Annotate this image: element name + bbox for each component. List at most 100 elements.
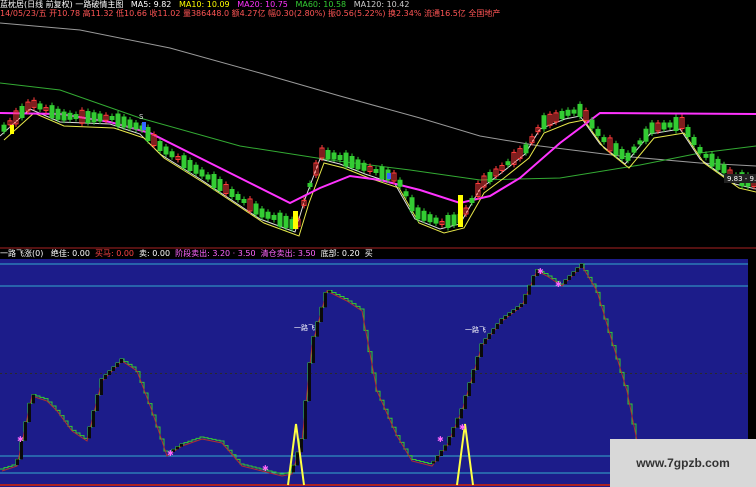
candle-body — [619, 149, 625, 159]
mid-grid-dot — [220, 373, 222, 374]
indicator-step-block — [120, 359, 123, 363]
candle-body — [397, 179, 403, 187]
mid-grid-dot — [745, 373, 747, 374]
candle-body — [325, 150, 331, 159]
ma120-label: MA120: 10.42 — [353, 0, 410, 9]
indicator-step-block — [112, 367, 115, 371]
indicator-step-block — [440, 450, 443, 456]
candle-body — [199, 169, 205, 177]
mid-grid-dot — [740, 373, 742, 374]
candle-body — [691, 137, 697, 145]
candle-body — [337, 155, 343, 160]
candle-body — [469, 198, 475, 203]
candle-body — [589, 119, 595, 129]
mid-grid-dot — [85, 373, 87, 374]
indicator-step-block — [328, 290, 331, 293]
candle-body — [667, 122, 673, 128]
candle-body — [157, 141, 163, 151]
candle-body — [649, 122, 655, 134]
indicator-step-block — [88, 427, 91, 439]
mid-grid-dot — [505, 373, 507, 374]
candle-body — [193, 164, 199, 174]
pink-star-marker: ✱ — [555, 280, 562, 289]
mid-grid-dot — [650, 373, 652, 374]
mid-grid-dot — [275, 373, 277, 374]
watermark: www.7gpzb.com — [610, 439, 756, 487]
mid-grid-dot — [510, 373, 512, 374]
candle-body — [271, 214, 277, 220]
mid-grid-dot — [410, 373, 412, 374]
mid-grid-dot — [570, 373, 572, 374]
mid-grid-dot — [190, 373, 192, 374]
mid-grid-dot — [40, 373, 42, 374]
candle-body — [613, 143, 619, 156]
candle-body — [1, 124, 7, 132]
indicator-step-block — [504, 316, 507, 319]
mid-grid-dot — [485, 373, 487, 374]
ma60-line — [0, 82, 756, 181]
mid-grid-dot — [320, 373, 322, 374]
mid-grid-dot — [200, 373, 202, 374]
indicator-step-block — [500, 319, 503, 324]
mid-grid-dot — [315, 373, 317, 374]
indicator-value-1: 买马: 0.00 — [94, 249, 135, 258]
price-chart[interactable]: S 9.83 - 9.7 — [0, 18, 756, 249]
indicator-step-block — [444, 445, 447, 451]
mid-grid-dot — [240, 373, 242, 374]
mid-grid-dot — [130, 373, 132, 374]
candle-body — [133, 122, 139, 130]
mid-grid-dot — [225, 373, 227, 374]
candle-body — [85, 111, 91, 124]
candle-body — [409, 197, 415, 212]
indicator-step-block — [24, 422, 27, 441]
mid-grid-dot — [255, 373, 257, 374]
candle-body — [577, 103, 583, 117]
indicator-value-5: 底部: 0.20 — [320, 249, 360, 258]
mid-grid-dot — [185, 373, 187, 374]
pink-star-marker: ✱ — [17, 435, 24, 444]
mid-grid-dot — [560, 373, 562, 374]
mid-grid-dot — [0, 373, 2, 374]
mid-grid-dot — [440, 373, 442, 374]
ma10-label: MA10: 10.09 — [178, 0, 230, 9]
indicator-step-block — [92, 411, 95, 427]
mid-grid-dot — [640, 373, 642, 374]
indicator-step-block — [312, 336, 315, 363]
mid-grid-dot — [150, 373, 152, 374]
indicator-step-block — [512, 310, 515, 313]
indicator-step-block — [572, 272, 575, 276]
mid-grid-dot — [490, 373, 492, 374]
indicator-step-block — [476, 357, 479, 370]
mid-grid-dot — [95, 373, 97, 374]
candle-body — [55, 108, 61, 120]
mid-grid-dot — [305, 373, 307, 374]
candle-body — [685, 127, 691, 137]
candle-body — [277, 212, 283, 227]
mid-grid-dot — [105, 373, 107, 374]
indicator-step-block — [492, 329, 495, 334]
candle-body — [49, 105, 55, 119]
indicator-step-block — [432, 461, 435, 464]
candle-body — [187, 160, 193, 171]
indicator-value-3: 阶段卖出: 3.20 · 3.50 — [175, 249, 256, 258]
indicator-step-block — [32, 394, 35, 404]
ma5-label: MA5: 9.82 — [130, 0, 172, 9]
indicator-step-block — [496, 324, 499, 329]
mid-grid-dot — [420, 373, 422, 374]
candle-body — [265, 211, 271, 219]
mid-grid-dot — [230, 373, 232, 374]
chart-title: 蓝枕居(日线 前复权) 一路破情主图 — [0, 0, 124, 9]
candle-body — [403, 191, 409, 197]
mid-grid-dot — [690, 373, 692, 374]
indicator-step-block — [524, 294, 527, 304]
candle-body — [349, 156, 355, 168]
mid-grid-dot — [645, 373, 647, 374]
mid-grid-dot — [595, 373, 597, 374]
mid-grid-dot — [455, 373, 457, 374]
mid-grid-dot — [205, 373, 207, 374]
pink-star-marker: ✱ — [537, 267, 544, 276]
mid-grid-dot — [535, 373, 537, 374]
candle-body — [673, 117, 679, 131]
mid-grid-dot — [100, 373, 102, 374]
indicator-step-block — [480, 344, 483, 357]
